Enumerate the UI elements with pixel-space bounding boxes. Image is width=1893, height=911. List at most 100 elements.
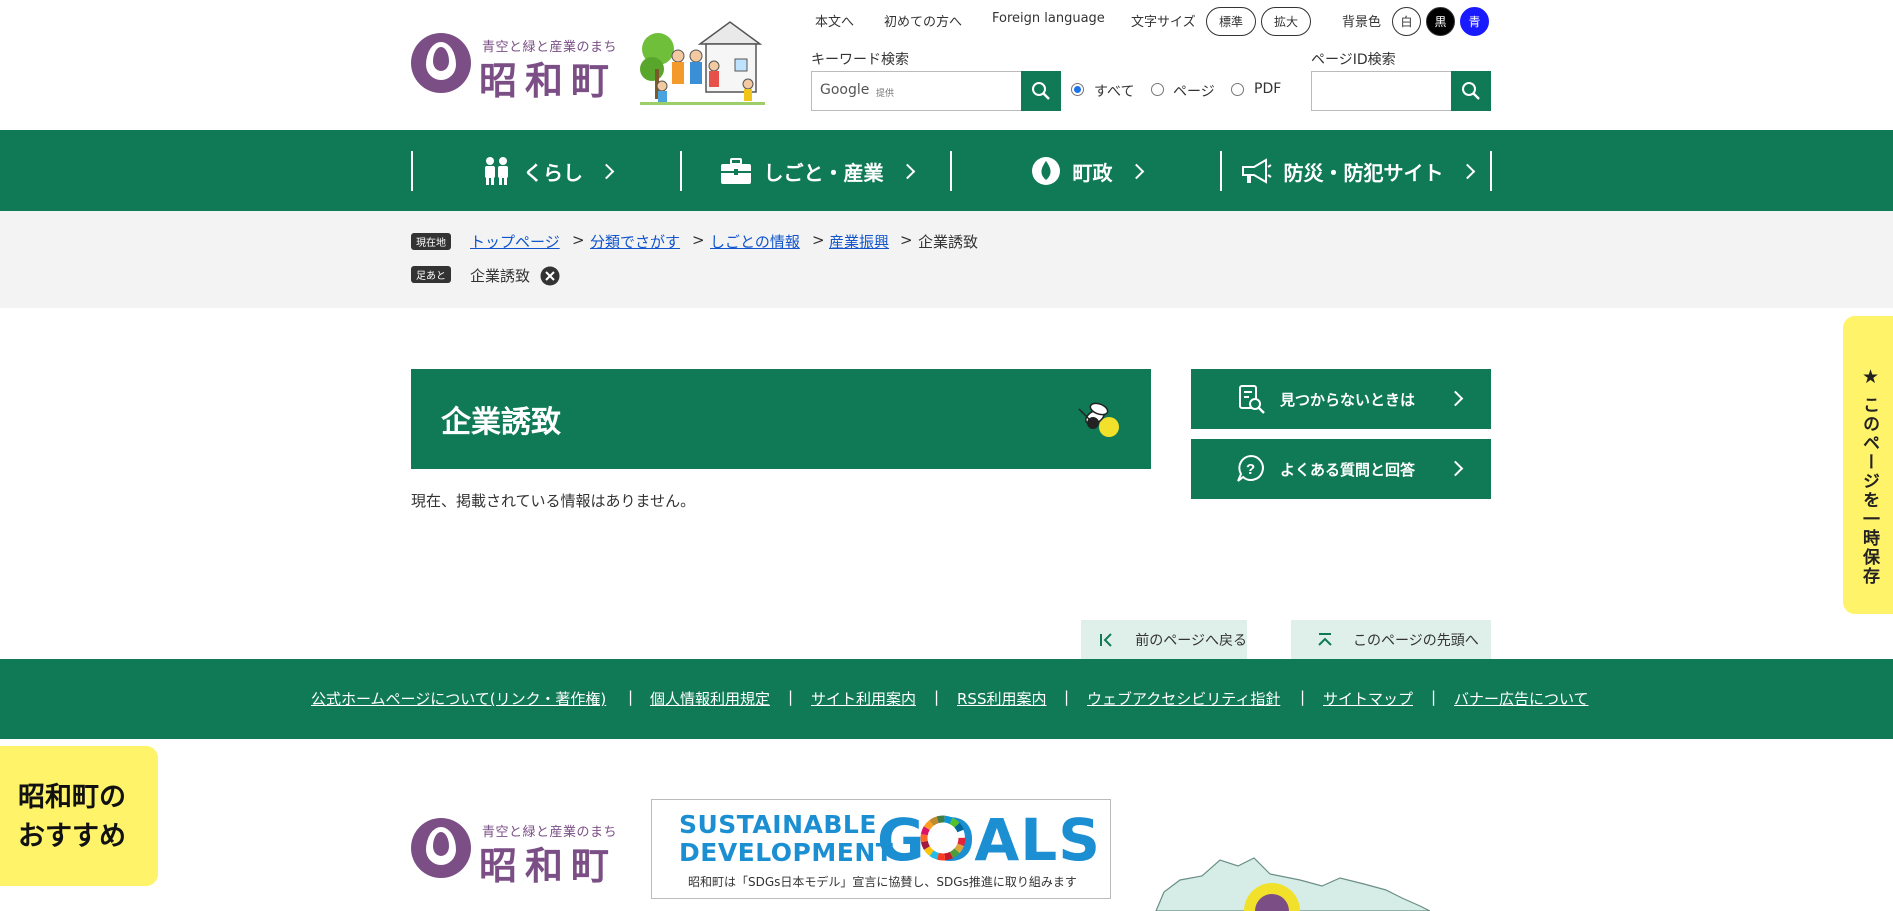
back-button[interactable]: 前のページへ戻る (1081, 620, 1247, 660)
recommend-tab[interactable]: 昭和町の おすすめ (0, 746, 158, 886)
up-arrow-icon (1318, 633, 1332, 646)
history-tag: 足あと (411, 266, 451, 283)
breadcrumb-link-top[interactable]: トップページ (470, 231, 560, 252)
footer-separator: | (788, 688, 794, 706)
town-emblem-icon (1031, 157, 1060, 185)
recommend-line1: 昭和町の (18, 782, 126, 813)
skip-to-content-link[interactable]: 本文へ (815, 11, 854, 30)
global-nav: くらし しごと・産業 町政 防災・防犯サイト (0, 130, 1893, 211)
page-top-label: このページの先頭へ (1353, 633, 1479, 649)
town-map-image[interactable] (1150, 850, 1430, 911)
font-size-standard-button[interactable]: 標準 (1206, 7, 1256, 36)
page-id-search-label: ページID検索 (1311, 52, 1396, 68)
footer-links-bar: 公式ホームページについて(リンク・著作権) | 個人情報利用規定 | サイト利用… (0, 659, 1893, 739)
breadcrumb: 現在地 トップページ > 分類でさがす > しごとの情報 > 産業振興 > 企業… (0, 211, 1893, 308)
nav-item-label: しごと・産業 (763, 160, 884, 185)
sdgs-line1: SUSTAINABLE (679, 810, 877, 839)
search-document-icon (1239, 385, 1265, 414)
sdgs-caption: 昭和町は「SDGs日本モデル」宣言に協賛し、SDGs推進に取り組みます (688, 875, 1077, 889)
briefcase-icon (720, 158, 751, 184)
family-icon (485, 157, 508, 185)
nav-divider (1490, 151, 1492, 191)
not-found-label: 見つからないときは (1280, 390, 1416, 409)
page-top-button[interactable]: このページの先頭へ (1291, 620, 1491, 660)
footer-separator: | (934, 688, 940, 706)
svg-text:?: ? (1246, 461, 1255, 478)
save-page-tab[interactable]: ★ このページを一時保存 (1843, 316, 1893, 614)
nav-item-work-industry[interactable]: しごと・産業 (682, 152, 950, 190)
google-label: Google (820, 82, 870, 98)
breadcrumb-link-category[interactable]: 分類でさがす (590, 231, 680, 252)
chevron-right-icon (1459, 163, 1475, 179)
radio-page[interactable] (1151, 83, 1164, 96)
footer-separator: | (628, 688, 634, 706)
search-icon (1462, 82, 1480, 100)
firefly-icon (1078, 402, 1119, 437)
foreign-language-link[interactable]: Foreign language (992, 11, 1105, 26)
question-bubble-icon: ? (1237, 454, 1264, 482)
search-icon (1032, 82, 1050, 100)
nav-item-label: くらし (523, 160, 583, 185)
star-icon: ★ (1862, 366, 1880, 388)
nav-item-disaster-prevention[interactable]: 防災・防犯サイト (1222, 152, 1490, 190)
footer-link-rss[interactable]: RSS利用案内 (957, 688, 1046, 709)
chevron-right-icon (1447, 390, 1464, 407)
radio-all-label: すべて (1094, 84, 1135, 100)
google-provided-label: 提供 (876, 89, 895, 99)
breadcrumb-separator: > (572, 231, 585, 249)
logo-name[interactable]: 昭和町 (479, 50, 617, 105)
keyword-search-input[interactable]: Google 提供 (811, 71, 1022, 111)
radio-pdf-label: PDF (1254, 81, 1282, 97)
radio-all[interactable] (1071, 83, 1084, 96)
nav-item-label: 町政 (1072, 160, 1113, 185)
keyword-search-label: キーワード検索 (811, 52, 909, 68)
footer-link-privacy[interactable]: 個人情報利用規定 (650, 688, 770, 709)
save-page-label: このページを一時保存 (1859, 396, 1879, 586)
breadcrumb-separator: > (900, 231, 913, 249)
megaphone-icon (1241, 158, 1272, 184)
current-location-tag: 現在地 (411, 233, 451, 250)
bg-black-button[interactable]: 黒 (1426, 7, 1455, 36)
not-found-button[interactable]: 見つからないときは (1191, 369, 1491, 429)
faq-label: よくある質問と回答 (1280, 460, 1416, 479)
footer-town-emblem-icon (411, 818, 471, 878)
footer-link-site-guide[interactable]: サイト利用案内 (811, 688, 916, 709)
back-arrow-icon (1100, 633, 1112, 647)
faq-button[interactable]: ? よくある質問と回答 (1191, 439, 1491, 499)
footer-link-sitemap[interactable]: サイトマップ (1323, 688, 1413, 709)
sdgs-wheel-icon (920, 815, 966, 861)
sdgs-goals: GOALS (877, 806, 1101, 874)
empty-message: 現在、掲載されている情報はありません。 (411, 492, 696, 510)
font-size-label: 文字サイズ (1131, 15, 1196, 30)
footer-separator: | (1064, 688, 1070, 706)
bg-blue-button[interactable]: 青 (1460, 7, 1489, 36)
font-size-large-button[interactable]: 拡大 (1261, 7, 1311, 36)
nav-item-living[interactable]: くらし (413, 152, 680, 190)
breadcrumb-link-industry[interactable]: 産業振興 (829, 231, 889, 252)
footer-link-about[interactable]: 公式ホームページについて(リンク・著作権) (311, 688, 606, 709)
nav-item-town-government[interactable]: 町政 (952, 152, 1220, 190)
history-item[interactable]: 企業誘致 (470, 265, 530, 286)
page-id-search-button[interactable] (1451, 71, 1491, 111)
page-id-search-input[interactable] (1311, 71, 1452, 111)
bg-white-button[interactable]: 白 (1392, 7, 1421, 36)
town-emblem-icon[interactable] (411, 33, 471, 93)
nav-item-label: 防災・防犯サイト (1283, 160, 1444, 185)
radio-page-label: ページ (1173, 84, 1215, 100)
back-label: 前のページへ戻る (1135, 633, 1247, 649)
breadcrumb-link-work-info[interactable]: しごとの情報 (710, 231, 800, 252)
close-icon[interactable] (540, 266, 560, 286)
first-visit-link[interactable]: 初めての方へ (884, 11, 962, 30)
footer-separator: | (1431, 688, 1437, 706)
sdgs-banner[interactable]: SUSTAINABLE DEVELOPMENT GOALS 昭和町は「SDGs日… (651, 799, 1111, 899)
chevron-right-icon (1128, 163, 1144, 179)
breadcrumb-separator: > (692, 231, 705, 249)
sdgs-line2: DEVELOPMENT (679, 838, 894, 867)
chevron-right-icon (598, 163, 615, 179)
radio-pdf[interactable] (1231, 83, 1244, 96)
breadcrumb-current: 企業誘致 (918, 233, 979, 251)
site-header: 青空と緑と産業のまち 昭和町 本文へ 初めての方へ Foreign langua… (0, 0, 1893, 130)
footer-link-accessibility[interactable]: ウェブアクセシビリティ指針 (1087, 688, 1280, 709)
footer-link-banner-ads[interactable]: バナー広告について (1454, 688, 1589, 709)
keyword-search-button[interactable] (1021, 71, 1061, 111)
